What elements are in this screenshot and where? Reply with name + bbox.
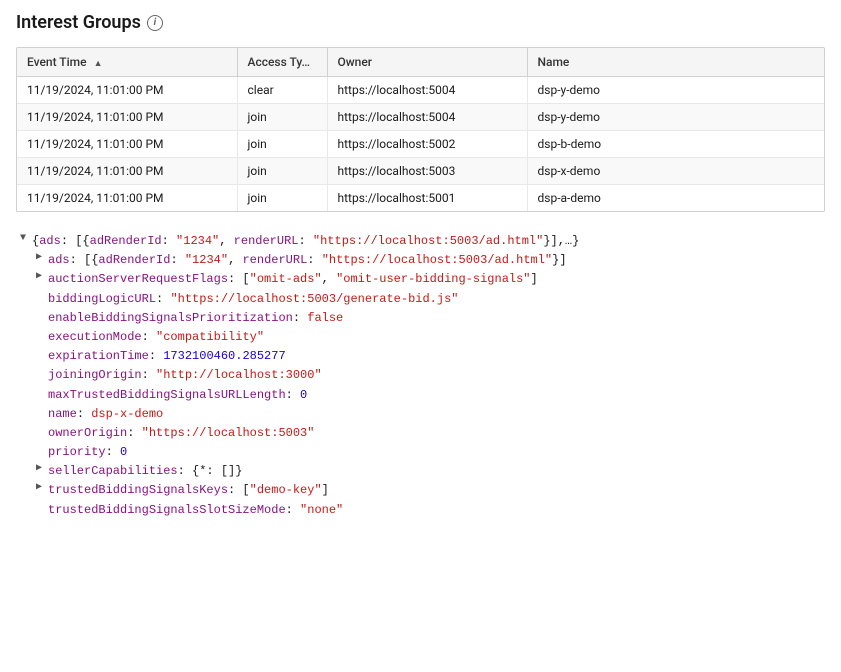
cell-owner: https://localhost:5004 [327,77,527,104]
auction-toggle[interactable]: ▶ [32,270,46,284]
json-priority-row: priority : 0 [16,443,825,462]
page-title: Interest Groups [16,12,141,33]
cell-access_type: join [237,131,327,158]
table-body: 11/19/2024, 11:01:00 PMclearhttps://loca… [17,77,824,212]
json-root-row: ▼ { ads : [{ adRenderId : "1234" , rende… [16,232,825,251]
json-name-row: name : dsp-x-demo [16,405,825,424]
cell-name: dsp-x-demo [527,158,824,185]
cell-name: dsp-y-demo [527,77,824,104]
interest-groups-table: Event Time ▲ Access Ty… Owner Name 11/19… [17,48,824,211]
col-header-owner[interactable]: Owner [327,48,527,77]
info-icon[interactable]: i [147,15,163,31]
cell-event_time: 11/19/2024, 11:01:00 PM [17,104,237,131]
json-trusted-keys-row: ▶ trustedBiddingSignalsKeys : [ "demo-ke… [16,481,825,500]
col-header-name[interactable]: Name [527,48,824,77]
ads-toggle[interactable]: ▶ [32,251,46,265]
trusted-keys-toggle[interactable]: ▶ [32,481,46,495]
cell-event_time: 11/19/2024, 11:01:00 PM [17,185,237,212]
cell-owner: https://localhost:5004 [327,104,527,131]
page-header: Interest Groups i [16,12,825,33]
cell-name: dsp-y-demo [527,104,824,131]
cell-name: dsp-b-demo [527,131,824,158]
cell-access_type: join [237,185,327,212]
cell-event_time: 11/19/2024, 11:01:00 PM [17,77,237,104]
cell-event_time: 11/19/2024, 11:01:00 PM [17,158,237,185]
table-header-row: Event Time ▲ Access Ty… Owner Name [17,48,824,77]
json-tree: ▼ { ads : [{ adRenderId : "1234" , rende… [16,228,825,524]
table-row: 11/19/2024, 11:01:00 PMclearhttps://loca… [17,77,824,104]
json-max-trusted-row: maxTrustedBiddingSignalsURLLength : 0 [16,386,825,405]
cell-owner: https://localhost:5002 [327,131,527,158]
json-execution-mode-row: executionMode : "compatibility" [16,328,825,347]
seller-capabilities-toggle[interactable]: ▶ [32,462,46,476]
json-enable-bidding-row: enableBiddingSignalsPrioritization : fal… [16,309,825,328]
col-header-access-type[interactable]: Access Ty… [237,48,327,77]
json-owner-origin-row: ownerOrigin : "https://localhost:5003" [16,424,825,443]
interest-groups-table-container: Event Time ▲ Access Ty… Owner Name 11/19… [16,47,825,212]
cell-event_time: 11/19/2024, 11:01:00 PM [17,131,237,158]
cell-name: dsp-a-demo [527,185,824,212]
table-row: 11/19/2024, 11:01:00 PMjoinhttps://local… [17,185,824,212]
cell-owner: https://localhost:5003 [327,158,527,185]
table-row: 11/19/2024, 11:01:00 PMjoinhttps://local… [17,158,824,185]
cell-access_type: join [237,158,327,185]
joining-origin-link[interactable]: "http://localhost:3000" [156,366,322,385]
bidding-logic-url-link[interactable]: "https://localhost:5003/generate-bid.js" [170,290,458,309]
json-trusted-slot-row: trustedBiddingSignalsSlotSizeMode : "non… [16,501,825,520]
owner-origin-link[interactable]: "https://localhost:5003" [142,424,315,443]
col-header-event-time[interactable]: Event Time ▲ [17,48,237,77]
cell-owner: https://localhost:5001 [327,185,527,212]
json-bidding-logic-row: biddingLogicURL : "https://localhost:500… [16,290,825,309]
json-joining-origin-row: joiningOrigin : "http://localhost:3000" [16,366,825,385]
cell-access_type: join [237,104,327,131]
json-seller-capabilities-row: ▶ sellerCapabilities : {*: []} [16,462,825,481]
table-row: 11/19/2024, 11:01:00 PMjoinhttps://local… [17,104,824,131]
json-ads-row: ▶ ads : [{ adRenderId : "1234" , renderU… [16,251,825,270]
sort-asc-icon: ▲ [94,58,103,69]
table-row: 11/19/2024, 11:01:00 PMjoinhttps://local… [17,131,824,158]
json-auction-row: ▶ auctionServerRequestFlags : [ "omit-ad… [16,270,825,289]
json-expiration-row: expirationTime : 1732100460.285277 [16,347,825,366]
root-toggle[interactable]: ▼ [16,232,30,246]
cell-access_type: clear [237,77,327,104]
